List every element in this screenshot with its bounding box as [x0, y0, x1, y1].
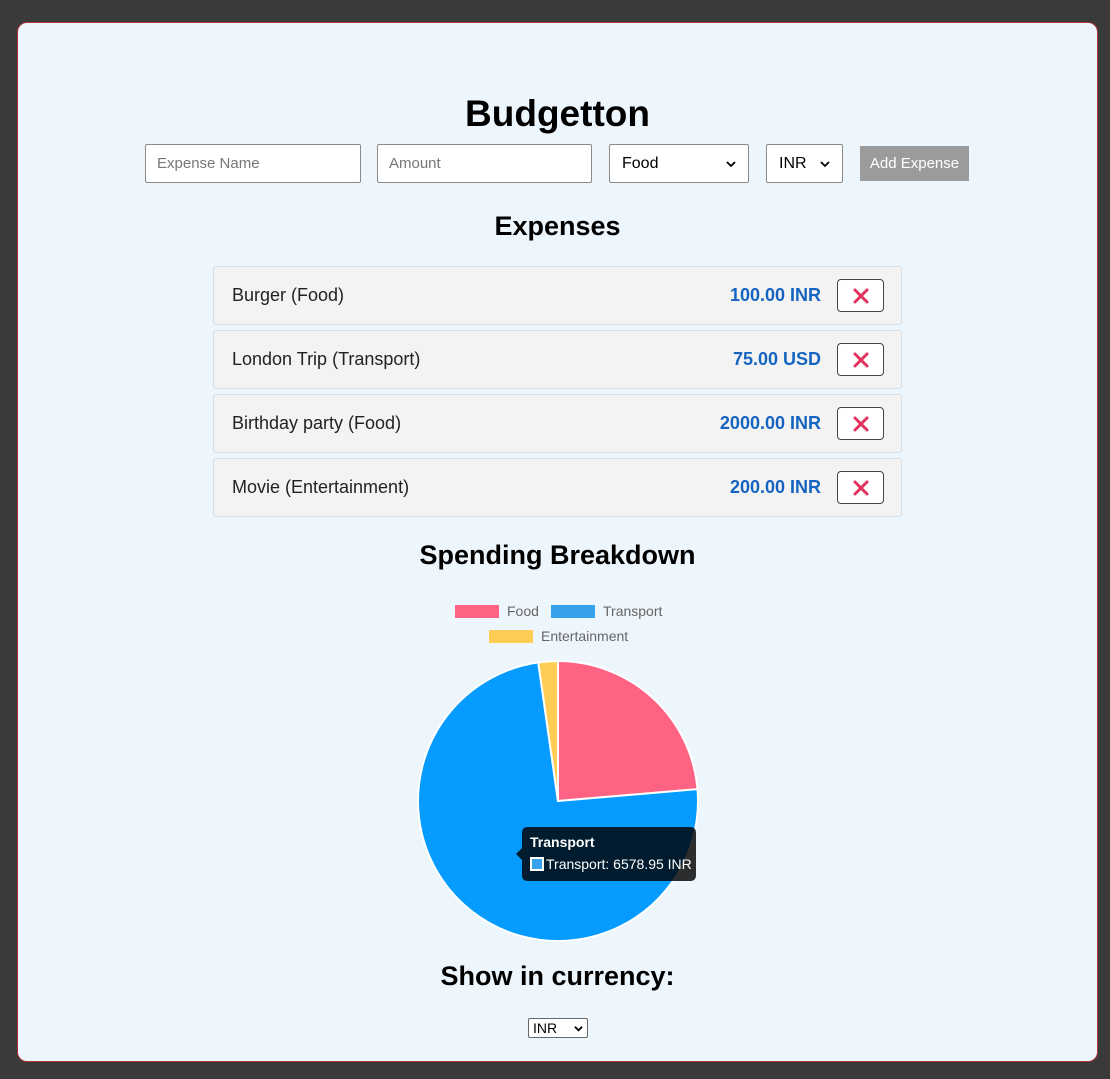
tooltip-body: Transport: 6578.95 INR [546, 856, 692, 872]
delete-expense-button[interactable] [837, 279, 884, 312]
delete-expense-button[interactable] [837, 471, 884, 504]
expense-name-input[interactable] [145, 144, 361, 183]
delete-expense-button[interactable] [837, 407, 884, 440]
breakdown-heading: Spending Breakdown [419, 540, 696, 570]
tooltip-swatch [530, 857, 544, 871]
display-currency-value: INR [533, 1020, 558, 1036]
expense-amount: 75.00 USD [732, 349, 821, 369]
expense-amount: 200.00 INR [729, 477, 821, 497]
expense-item: London Trip (Transport) 75.00 USD [213, 330, 902, 389]
legend-label: Transport [603, 603, 663, 619]
app-title: Budgetton [465, 93, 650, 134]
tooltip-title: Transport [530, 834, 595, 850]
category-select-value: Food [622, 154, 659, 172]
expense-item: Burger (Food) 100.00 INR [213, 266, 902, 325]
expense-name: Birthday party (Food) [232, 413, 402, 433]
delete-expense-button[interactable] [837, 343, 884, 376]
expense-amount: 2000.00 INR [719, 413, 821, 433]
legend-item-food[interactable]: Food [455, 603, 539, 619]
category-select[interactable]: Food [609, 144, 749, 183]
legend-swatch [551, 604, 595, 618]
currency-select-value: INR [779, 154, 807, 172]
legend-item-entertainment[interactable]: Entertainment [489, 628, 628, 644]
legend-item-transport[interactable]: Transport [551, 603, 662, 619]
chevron-down-icon [574, 1025, 583, 1032]
amount-input[interactable] [377, 144, 592, 183]
expense-item: Birthday party (Food) 2000.00 INR [213, 394, 902, 453]
add-expense-button[interactable]: Add Expense [860, 146, 969, 181]
chevron-down-icon [726, 160, 736, 167]
expense-name: Burger (Food) [232, 285, 345, 305]
legend-swatch [489, 629, 533, 643]
legend-swatch [455, 604, 499, 618]
close-icon [853, 480, 868, 495]
app-card: Budgetton Food INR Add Expense Expenses … [17, 22, 1098, 1062]
legend-label: Food [507, 603, 539, 619]
close-icon [853, 416, 868, 431]
close-icon [853, 352, 868, 367]
chevron-down-icon [820, 160, 830, 167]
expense-amount: 100.00 INR [729, 285, 821, 305]
chart-tooltip: Transport Transport: 6578.95 INR [516, 827, 696, 881]
spending-pie-chart[interactable] [398, 643, 718, 963]
pie-slice-food[interactable] [557, 659, 699, 803]
expense-name: London Trip (Transport) [232, 349, 421, 369]
expense-form: Food INR Add Expense [18, 144, 1097, 184]
currency-select[interactable]: INR [766, 144, 843, 183]
expense-list: Burger (Food) 100.00 INR London Trip (Tr… [213, 266, 902, 522]
currency-heading: Show in currency: [440, 961, 675, 991]
expenses-heading: Expenses [494, 211, 621, 241]
display-currency-select[interactable]: INR [528, 1018, 588, 1038]
close-icon [853, 288, 868, 303]
legend-label: Entertainment [541, 628, 629, 644]
expense-name: Movie (Entertainment) [232, 477, 410, 497]
expense-item: Movie (Entertainment) 200.00 INR [213, 458, 902, 517]
